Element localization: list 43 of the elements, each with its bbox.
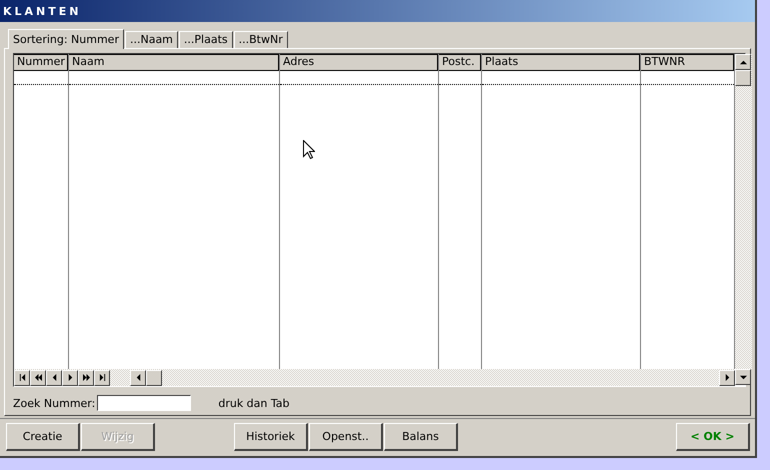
scroll-up-button[interactable]	[735, 54, 751, 70]
record-nav-button[interactable]	[46, 370, 62, 386]
search-label: Zoek Nummer:	[13, 396, 96, 410]
window-title: KLANTEN	[3, 4, 82, 18]
search-field[interactable]	[97, 395, 192, 411]
record-nav-button[interactable]	[62, 370, 78, 386]
up-arrow-icon	[740, 58, 746, 66]
record-nav-button[interactable]	[78, 370, 94, 386]
record-nav-button[interactable]	[94, 370, 110, 386]
fast-back-icon	[34, 374, 42, 381]
column-header[interactable]: Plaats	[482, 54, 640, 71]
scroll-right-button[interactable]	[719, 370, 735, 386]
previous-icon	[50, 374, 58, 381]
first-record-icon	[18, 374, 26, 381]
column-header[interactable]: Postc.	[439, 54, 481, 71]
scroll-left-button[interactable]	[130, 370, 146, 386]
sort-tab[interactable]: ...BtwNr	[234, 31, 288, 48]
scroll-thumb[interactable]	[735, 70, 751, 86]
column-header[interactable]: Nummer	[14, 54, 68, 71]
action-button[interactable]: Historiek	[234, 423, 308, 451]
sort-tab[interactable]: ...Plaats	[178, 31, 233, 48]
scroll-thumb[interactable]	[146, 370, 162, 386]
right-arrow-icon	[724, 374, 730, 381]
record-nav-button[interactable]	[30, 370, 46, 386]
sort-tab[interactable]: Sortering: Nummer	[8, 29, 124, 49]
column-header[interactable]: Naam	[69, 54, 279, 71]
action-button[interactable]: Balans	[384, 423, 458, 451]
record-nav-button[interactable]	[14, 370, 30, 386]
action-button[interactable]: Openst..	[309, 423, 383, 451]
scroll-down-button[interactable]	[735, 369, 751, 385]
fast-forward-icon	[82, 374, 90, 381]
search-hint: druk dan Tab	[218, 396, 290, 410]
action-button[interactable]: Creatie	[6, 423, 80, 451]
left-arrow-icon	[134, 374, 142, 381]
vertical-scrollbar[interactable]	[735, 54, 752, 369]
next-icon	[66, 374, 74, 381]
sort-tab[interactable]: ...Naam	[124, 31, 178, 48]
last-record-icon	[98, 374, 106, 381]
column-header[interactable]: Adres	[280, 54, 438, 71]
mouse-cursor-icon	[303, 140, 315, 160]
column-header[interactable]: BTWNR	[641, 54, 734, 71]
horizontal-scrollbar[interactable]	[14, 369, 735, 386]
down-arrow-icon	[740, 374, 746, 380]
